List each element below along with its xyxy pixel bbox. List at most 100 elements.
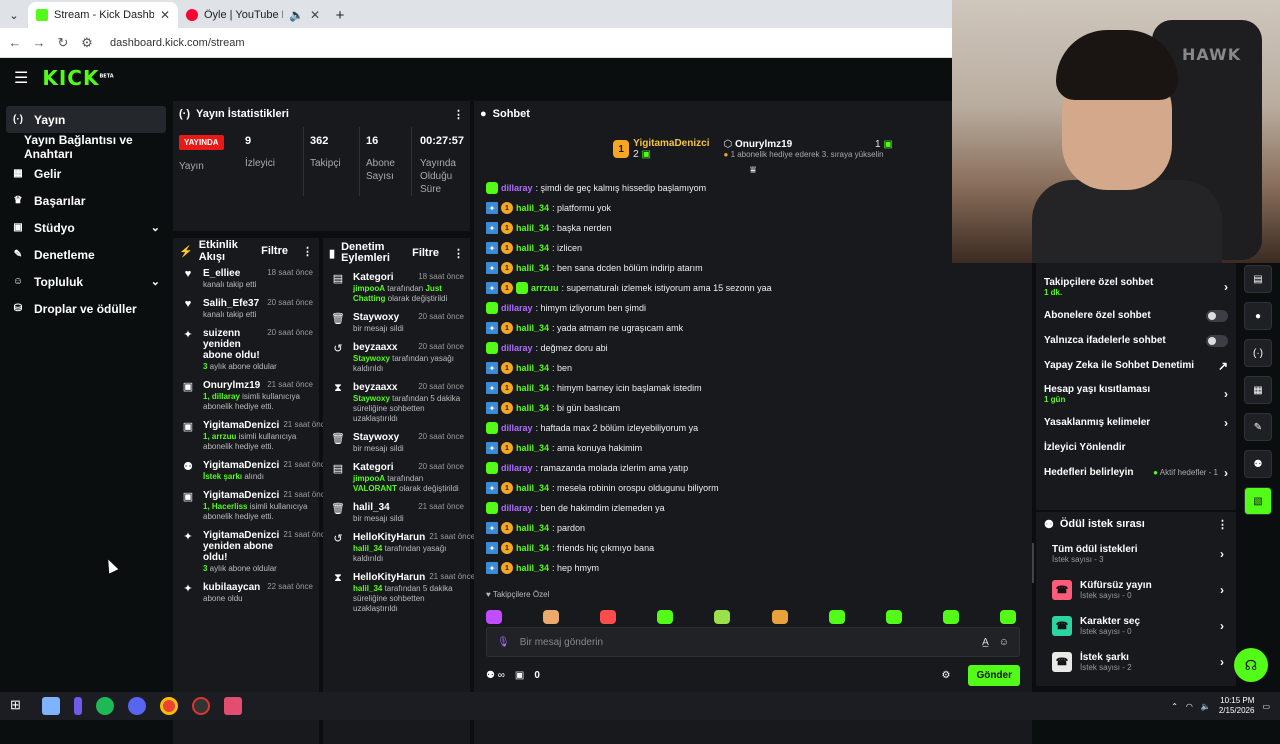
windows-start-icon[interactable]: ⊞	[10, 697, 28, 715]
drops-icon[interactable]: ⚉ ∞	[486, 670, 505, 681]
emote-icon[interactable]	[828, 610, 845, 624]
emote-icon[interactable]	[885, 610, 902, 624]
chat-username[interactable]: halil_34	[516, 443, 549, 453]
feed-item-name[interactable]: Kategori	[353, 272, 394, 283]
chat-scrollbar[interactable]	[1032, 543, 1034, 583]
chat-input[interactable]: 🎙 Bir mesaj gönderin A̲ ☺	[486, 627, 1020, 657]
feed-item-name[interactable]: beyzaaxx	[353, 342, 397, 353]
chevron-right-icon[interactable]: ›	[1224, 280, 1228, 294]
chat-setting-item[interactable]: Abonelere özel sohbet	[1044, 303, 1228, 328]
url-field[interactable]: dashboard.kick.com/stream	[110, 37, 245, 49]
emote-icon[interactable]	[999, 610, 1016, 624]
feed-item-name[interactable]: YigitamaDenizci yeniden abone oldu!	[203, 530, 279, 563]
send-button[interactable]: Gönder	[968, 664, 1020, 686]
feed-item-name[interactable]: Kategori	[353, 462, 394, 473]
chevron-down-icon[interactable]: ⌄	[151, 221, 160, 234]
chat-setting-item[interactable]: Yalnızca ifadelerle sohbet	[1044, 328, 1228, 353]
chevron-right-icon[interactable]: ›	[1220, 619, 1224, 633]
chat-username[interactable]: halil_34	[516, 223, 549, 233]
notes-icon[interactable]: ▤	[1244, 265, 1272, 293]
nav-item[interactable]: ⛁ Droplar ve ödüller	[6, 295, 166, 322]
feed-item-name[interactable]: Onurylmz19	[203, 380, 260, 391]
nav-item[interactable]: ▣ Stüdyo ⌄	[6, 214, 166, 241]
tab-kick-dashboard[interactable]: Stream - Kick Dashboard ✕	[28, 2, 178, 28]
nav-item[interactable]: ✎ Denetleme	[6, 241, 166, 268]
wrench-icon[interactable]: ✎	[1244, 413, 1272, 441]
chat-username[interactable]: halil_34	[516, 203, 549, 213]
filter-button[interactable]: Filtre	[261, 245, 288, 257]
nav-item[interactable]: ▦ Gelir	[6, 160, 166, 187]
chat-username[interactable]: dillaray	[501, 183, 533, 193]
obs-icon[interactable]	[192, 697, 210, 715]
more-icon[interactable]: ⋮	[453, 247, 464, 260]
clock[interactable]: 10:15 PM 2/15/2026	[1219, 696, 1255, 716]
drops-icon[interactable]: ⚉	[1244, 450, 1272, 478]
more-icon[interactable]: ⋮	[302, 245, 313, 258]
nav-item[interactable]: ☺ Topluluk ⌄	[6, 268, 166, 295]
menu-icon[interactable]: ☰	[14, 68, 28, 88]
broadcast-icon[interactable]: (·)	[1244, 339, 1272, 367]
chevron-down-icon[interactable]: ⌄	[151, 275, 160, 288]
chat-username[interactable]: halil_34	[516, 563, 549, 573]
chat-username[interactable]: halil_34	[516, 383, 549, 393]
chevron-right-icon[interactable]: ›	[1224, 416, 1228, 430]
notification-icon[interactable]: ▭	[1262, 702, 1270, 711]
tab-search-button[interactable]: ⌄	[0, 2, 28, 28]
toggle-switch[interactable]	[1206, 334, 1228, 347]
feed-item-name[interactable]: Staywoxy	[353, 312, 399, 323]
chat-setting-item[interactable]: Hedefleri belirleyin ● Aktif hedefler - 1…	[1044, 460, 1228, 485]
chat-setting-item[interactable]: Hesap yaşı kısıtlaması 1 gün ›	[1044, 378, 1228, 410]
feed-item-name[interactable]: beyzaaxx	[353, 382, 397, 393]
chat-username[interactable]: dillaray	[501, 503, 533, 513]
emote-icon[interactable]	[714, 610, 731, 624]
chat-setting-item[interactable]: Yasaklanmış kelimeler ›	[1044, 410, 1228, 435]
emote-icon[interactable]	[657, 610, 674, 624]
nav-item[interactable]: Yayın Bağlantısı ve Anahtarı	[6, 133, 166, 161]
feed-item-name[interactable]: kubilaaycan	[203, 582, 260, 593]
chevron-right-icon[interactable]: ›	[1220, 547, 1224, 561]
feed-item-name[interactable]: Staywoxy	[353, 432, 399, 443]
wifi-icon[interactable]: ◠	[1186, 702, 1193, 711]
app-icon[interactable]	[42, 697, 60, 715]
nav-item[interactable]: ♛ Başarılar	[6, 187, 166, 214]
feed-item-name[interactable]: suizenn yeniden abone oldu!	[203, 328, 263, 361]
settings-gear-icon[interactable]: ⚙	[941, 670, 950, 681]
chat-setting-item[interactable]: Yapay Zeka ile Sohbet Denetimi ↗	[1044, 353, 1228, 378]
emote-icon[interactable]	[600, 610, 617, 624]
emote-icon[interactable]	[942, 610, 959, 624]
reward-item[interactable]: ☎ İstek şarkı İstek sayısı - 2 ›	[1036, 644, 1236, 680]
feed-item-name[interactable]: halil_34	[353, 502, 390, 513]
tray-chevron-icon[interactable]: ⌃	[1171, 702, 1178, 711]
chevron-right-icon[interactable]: ›	[1224, 466, 1228, 480]
more-icon[interactable]: ⋮	[1217, 518, 1228, 531]
reward-item[interactable]: ☎ Küfürsüz yayın İstek sayısı - 0 ›	[1036, 572, 1236, 608]
chat-username[interactable]: dillaray	[501, 303, 533, 313]
filter-button[interactable]: Filtre	[412, 247, 439, 259]
close-tab-icon[interactable]: ✕	[310, 8, 320, 22]
clapper-icon[interactable]: ▧	[1244, 487, 1272, 515]
chat-username[interactable]: halil_34	[516, 523, 549, 533]
kick-logo[interactable]: KICKBETA	[42, 66, 113, 90]
chat-setting-item[interactable]: İzleyici Yönlendir	[1044, 435, 1228, 460]
chat-username[interactable]: dillaray	[501, 463, 533, 473]
app-icon[interactable]	[74, 697, 82, 715]
gift-box-icon[interactable]: ▣	[515, 670, 524, 681]
chat-username[interactable]: halil_34	[516, 543, 549, 553]
mic-icon[interactable]: 🎙	[497, 637, 510, 648]
chat-username[interactable]: halil_34	[516, 243, 549, 253]
chevron-right-icon[interactable]: ›	[1220, 655, 1224, 669]
chat-username[interactable]: halil_34	[516, 403, 549, 413]
translate-icon[interactable]: A̲	[982, 637, 989, 648]
chevron-right-icon[interactable]: ›	[1224, 387, 1228, 401]
discord-icon[interactable]	[128, 697, 146, 715]
support-chat-button[interactable]: ☊	[1234, 648, 1268, 682]
emote-icon[interactable]	[543, 610, 560, 624]
forward-icon[interactable]: →	[32, 35, 46, 50]
new-tab-button[interactable]: +	[328, 2, 352, 28]
chat-setting-item[interactable]: Takipçilere özel sohbet 1 dk. ›	[1044, 271, 1228, 303]
chat-username[interactable]: halil_34	[516, 483, 549, 493]
volume-icon[interactable]: 🔈	[1201, 702, 1211, 711]
collapse-icon[interactable]: ⩸	[474, 165, 1032, 176]
feed-item-name[interactable]: Salih_Efe37	[203, 298, 259, 309]
close-tab-icon[interactable]: ✕	[160, 8, 170, 22]
